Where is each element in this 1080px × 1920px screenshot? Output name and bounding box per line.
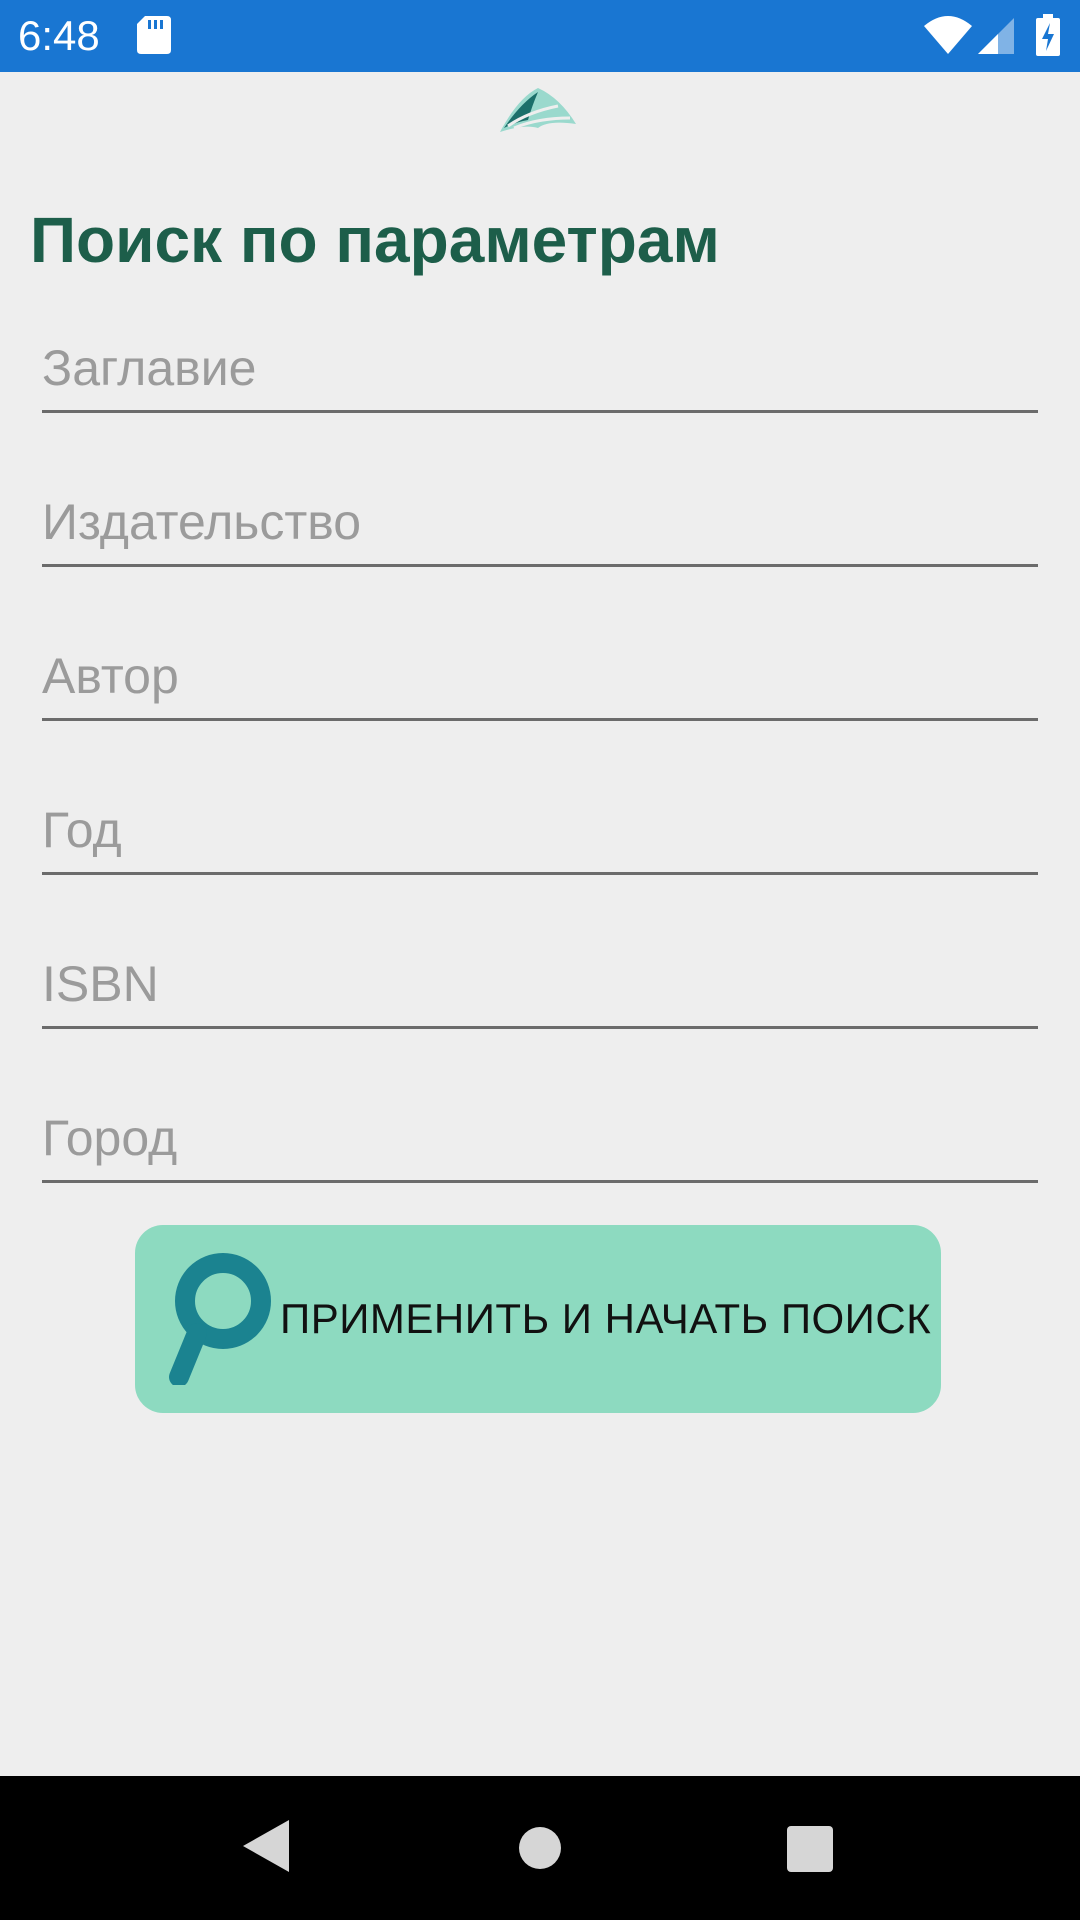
year-input[interactable] [42, 795, 1038, 865]
title-input[interactable] [42, 333, 1038, 403]
city-input[interactable] [42, 1103, 1038, 1173]
apply-search-label: ПРИМЕНИТЬ И НАЧАТЬ ПОИСК [280, 1295, 932, 1342]
book-logo-icon [498, 84, 578, 139]
page-title: Поиск по параметрам [30, 204, 720, 276]
status-time: 6:48 [18, 12, 100, 59]
home-icon[interactable] [518, 1826, 562, 1875]
status-bar: 6:48 [0, 0, 1080, 72]
battery-charging-icon [1036, 14, 1060, 61]
publisher-input[interactable] [42, 487, 1038, 557]
author-input[interactable] [42, 641, 1038, 711]
back-icon[interactable] [243, 1820, 289, 1877]
publisher-field[interactable] [42, 487, 1038, 567]
wifi-icon [924, 16, 972, 59]
isbn-field[interactable] [42, 949, 1038, 1029]
recents-icon[interactable] [787, 1826, 833, 1877]
title-field[interactable] [42, 333, 1038, 413]
author-field[interactable] [42, 641, 1038, 721]
isbn-input[interactable] [42, 949, 1038, 1019]
cell-signal-icon [978, 18, 1014, 59]
sd-card-icon [137, 16, 171, 59]
navigation-bar [0, 1776, 1080, 1920]
city-field[interactable] [42, 1103, 1038, 1183]
apply-search-button[interactable]: ПРИМЕНИТЬ И НАЧАТЬ ПОИСК [135, 1225, 941, 1413]
magnifier-icon [167, 1253, 271, 1390]
year-field[interactable] [42, 795, 1038, 875]
